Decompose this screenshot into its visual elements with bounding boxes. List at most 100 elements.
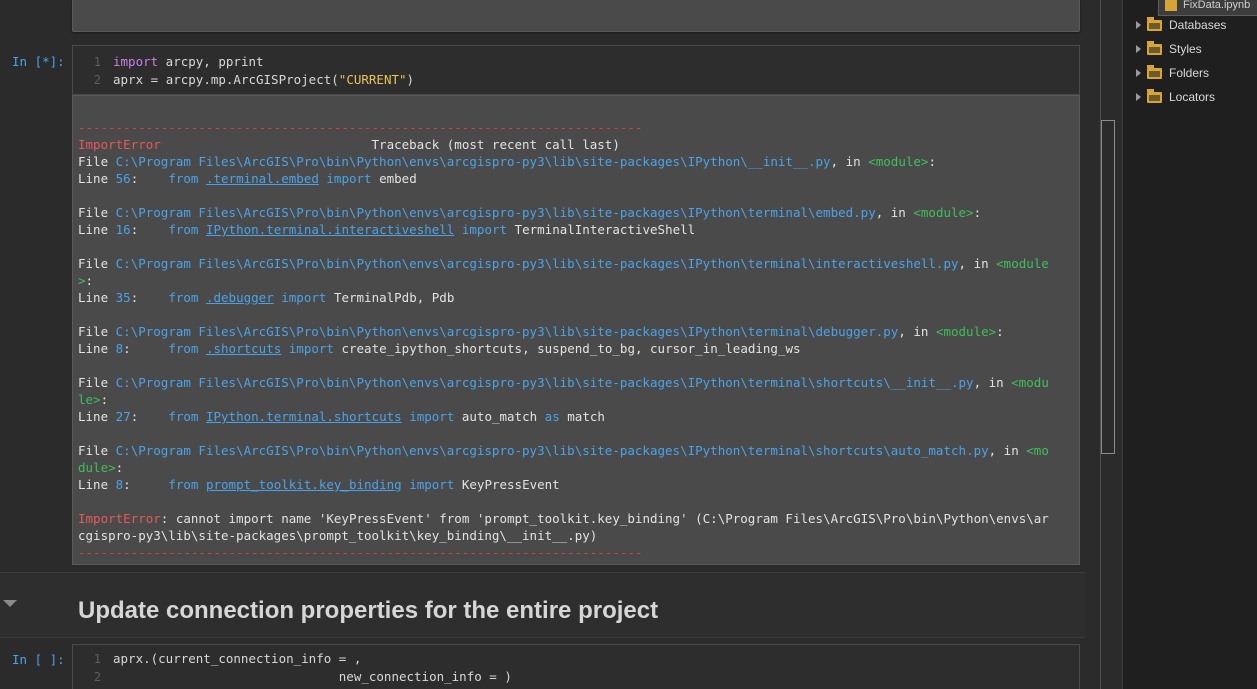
- keyword: import: [461, 222, 508, 237]
- code-text: arcpy, pprint: [158, 54, 264, 69]
- file-path-link[interactable]: C:\Program Files\ArcGIS\Pro\bin\Python\e…: [116, 324, 899, 339]
- import-names: KeyPressEvent: [461, 477, 560, 492]
- code-line[interactable]: aprx.(current_connection_info = ,: [113, 651, 361, 666]
- code-line[interactable]: import arcpy, pprint: [113, 54, 264, 69]
- module-name: <module>: [913, 205, 974, 220]
- scrollbar-thumb[interactable]: [1101, 120, 1115, 454]
- line-label: Line: [78, 171, 116, 186]
- file-label: File: [78, 443, 116, 458]
- line-number: 56: [115, 171, 131, 186]
- code-cell-editor[interactable]: 1 2 import arcpy, pprint aprx = arcpy.mp…: [72, 45, 1080, 95]
- import-alias: match: [567, 409, 605, 424]
- line-label: Line: [78, 341, 116, 356]
- line-number: 8: [115, 477, 124, 492]
- module-name: <module>: [935, 324, 997, 339]
- expand-arrow-icon[interactable]: [1136, 93, 1141, 101]
- import-names: create_ipython_shortcuts, suspend_to_bg,…: [341, 341, 801, 356]
- import-names: TerminalInteractiveShell: [514, 222, 696, 237]
- code-text: new_connection_info: [113, 669, 490, 684]
- code-text: aprx: [113, 72, 151, 87]
- file-path-link[interactable]: C:\Program Files\ArcGIS\Pro\bin\Python\e…: [116, 375, 974, 390]
- in-label: , in: [875, 205, 914, 220]
- file-path-link[interactable]: C:\Program Files\ArcGIS\Pro\bin\Python\e…: [116, 443, 989, 458]
- file-path-link[interactable]: C:\Program Files\ArcGIS\Pro\bin\Python\e…: [116, 154, 831, 169]
- file-label: File: [78, 375, 116, 390]
- output-divider: ----------------------------------------…: [78, 545, 643, 560]
- module-link[interactable]: .shortcuts: [206, 341, 281, 356]
- keyword: import: [326, 171, 372, 186]
- keyword: import: [288, 341, 334, 356]
- file-path-link[interactable]: C:\Program Files\ArcGIS\Pro\bin\Python\e…: [116, 205, 876, 220]
- module-link[interactable]: IPython.terminal.shortcuts: [206, 409, 402, 424]
- notebook-scrollbar[interactable]: [1086, 0, 1122, 689]
- catalog-item-folders[interactable]: Folders: [1136, 64, 1209, 82]
- notebook-icon: [1165, 0, 1177, 11]
- keyword: import: [113, 54, 159, 69]
- error-name: ImportError: [78, 137, 161, 152]
- expand-arrow-icon[interactable]: [1136, 45, 1141, 53]
- file-label: File: [78, 324, 116, 339]
- line-number: 16: [115, 222, 131, 237]
- catalog-item-databases[interactable]: Databases: [1136, 16, 1226, 34]
- module-link[interactable]: IPython.terminal.interactiveshell: [206, 222, 454, 237]
- pane-divider: [1122, 0, 1123, 689]
- expand-arrow-icon[interactable]: [1136, 21, 1141, 29]
- keyword: import: [281, 290, 327, 305]
- module-link[interactable]: prompt_toolkit.key_binding: [206, 477, 402, 492]
- expand-arrow-icon[interactable]: [1136, 69, 1141, 77]
- line-number: 1: [93, 652, 101, 666]
- catalog-item-label: Styles: [1169, 42, 1202, 56]
- style-folder-icon: [1147, 40, 1162, 55]
- in-label: , in: [973, 375, 1012, 390]
- line-number: 2: [93, 73, 101, 87]
- line-label: Line: [78, 290, 116, 305]
- code-line[interactable]: aprx = arcpy.mp.ArcGISProject("CURRENT"): [113, 72, 414, 87]
- markdown-heading: Update connection properties for the ent…: [78, 597, 659, 624]
- module-name: <module: [996, 256, 1049, 271]
- code-text: ): [406, 72, 415, 87]
- module-tail: le>: [78, 392, 101, 407]
- file-path-link[interactable]: C:\Program Files\ArcGIS\Pro\bin\Python\e…: [116, 256, 959, 271]
- line-number: 2: [93, 670, 101, 684]
- traceback: ----------------------------------------…: [78, 120, 1049, 560]
- keyword: import: [409, 477, 455, 492]
- module-tail: dule>: [78, 460, 116, 475]
- catalog-item-label: Folders: [1169, 66, 1210, 80]
- module-link[interactable]: .terminal.embed: [206, 171, 319, 186]
- catalog-item-label: FixData.ipynb: [1183, 0, 1251, 11]
- locator-folder-icon: [1147, 88, 1162, 103]
- in-label: , in: [958, 256, 997, 271]
- module-name: <module>: [868, 154, 929, 169]
- catalog-item-notebook[interactable]: FixData.ipynb: [1158, 0, 1257, 16]
- catalog-item-label: Databases: [1169, 18, 1227, 32]
- code-line[interactable]: new_connection_info = ): [113, 669, 512, 684]
- code-cell-editor[interactable]: 1 2 aprx.(current_connection_info = , ne…: [72, 644, 1080, 689]
- error-message: cgispro-py3\lib\site-packages\prompt_too…: [78, 528, 598, 543]
- keyword: from: [168, 222, 199, 237]
- keyword: from: [168, 409, 199, 424]
- file-label: File: [78, 256, 116, 271]
- code-text: ): [496, 669, 512, 684]
- import-names: TerminalPdb, Pdb: [333, 290, 455, 305]
- notebook-area: In [*]: 1 2 import arcpy, pprint aprx = …: [0, 0, 1086, 689]
- cell-prompt: In [ ]:: [12, 652, 65, 667]
- string-literal: "CURRENT": [338, 72, 407, 87]
- catalog-item-styles[interactable]: Styles: [1136, 40, 1202, 58]
- code-text: arcpy.mp.ArcGISProject(: [158, 72, 339, 87]
- module-link[interactable]: .debugger: [206, 290, 274, 305]
- line-number: 1: [93, 55, 101, 69]
- line-number: 35: [115, 290, 131, 305]
- line-label: Line: [78, 477, 116, 492]
- in-label: , in: [898, 324, 936, 339]
- cell-prompt: In [*]:: [12, 54, 65, 69]
- collapse-heading-icon[interactable]: [3, 600, 17, 607]
- file-label: File: [78, 205, 116, 220]
- catalog-item-locators[interactable]: Locators: [1136, 88, 1215, 106]
- line-number: 8: [115, 341, 124, 356]
